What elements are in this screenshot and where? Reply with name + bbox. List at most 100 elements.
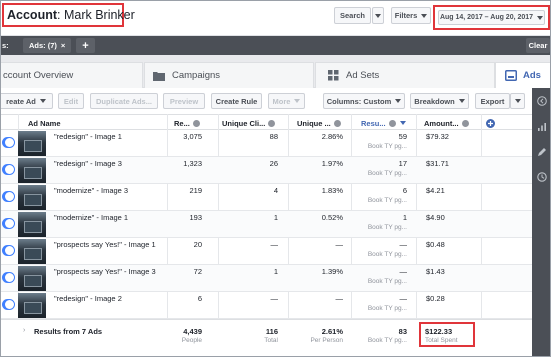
total-amount-spent-caption: Total Spent	[425, 337, 458, 344]
column-header-reach[interactable]: Re...	[174, 115, 214, 131]
info-icon[interactable]	[268, 119, 276, 127]
top-header: Account: Mark Brinker Search Filters Aug…	[1, 1, 550, 36]
tab-ads[interactable]: Ads	[495, 62, 550, 88]
unique-clicks-value: 1	[273, 213, 278, 222]
column-header-unique-clicks[interactable]: Unique Cli...	[222, 115, 286, 131]
total-unique-clicks-value: 116	[265, 327, 278, 336]
table-row[interactable]: "prospects say Yes!" - Image 1 20 — — — …	[1, 238, 532, 265]
search-dropdown-button[interactable]	[372, 7, 384, 24]
ad-name[interactable]: "redesign" - Image 2	[54, 294, 122, 303]
account-label: Account	[7, 8, 57, 22]
toolbar: reate Ad Edit Duplicate Ads... Preview C…	[1, 88, 532, 114]
total-reach-caption: People	[181, 337, 202, 344]
date-range-label: Aug 14, 2017 – Aug 20, 2017	[439, 14, 534, 21]
reach-value: 6	[197, 294, 202, 303]
ad-thumbnail	[18, 266, 46, 291]
ad-thumbnail	[18, 158, 46, 183]
total-amount-spent-value: $122.33	[425, 327, 453, 336]
info-icon[interactable]	[388, 119, 396, 127]
search-label: Search	[339, 11, 366, 20]
ad-status-toggle[interactable]	[2, 272, 15, 283]
close-icon[interactable]: ×	[61, 41, 65, 50]
table-row[interactable]: "redesign" - Image 2 6 — — — Book TY pg.…	[1, 292, 532, 319]
unique-ctr-value: 0.52%	[321, 213, 343, 222]
unique-ctr-value: —	[335, 240, 344, 249]
preview-button[interactable]: Preview	[163, 93, 205, 109]
ad-name[interactable]: "prospects say Yes!" - Image 1	[54, 240, 156, 249]
chevron-down-icon	[375, 13, 381, 18]
column-header-unique-ctr[interactable]: Unique ...	[297, 115, 352, 131]
export-button[interactable]: Export	[475, 93, 510, 109]
ad-status-toggle[interactable]	[2, 245, 15, 256]
tab-campaigns[interactable]: Campaigns	[144, 62, 314, 88]
collapse-icon[interactable]	[537, 96, 547, 106]
ad-name[interactable]: "redesign" - Image 3	[54, 159, 122, 168]
ads-filter-chip[interactable]: Ads: (7) ×	[23, 38, 72, 53]
info-icon[interactable]	[461, 119, 469, 127]
unique-clicks-value: 4	[273, 186, 278, 195]
chevron-right-icon[interactable]: ›	[23, 327, 25, 334]
amount-spent-value: $0.28	[426, 294, 445, 303]
ad-name[interactable]: "modernize" - Image 1	[54, 213, 128, 222]
tab-account-overview[interactable]: ccount Overview	[1, 62, 143, 88]
ad-status-toggle[interactable]	[2, 191, 15, 202]
column-label: Unique ...	[297, 118, 331, 128]
table-row[interactable]: "redesign" - Image 3 1,323 26 1.97% 17 B…	[1, 157, 532, 184]
total-unique-ctr-value: 2.61%	[321, 327, 343, 336]
account-colon: :	[57, 8, 64, 22]
results-type: Book TY pg...	[367, 305, 407, 312]
filter-bar: s: Ads: (7) × + Clear	[1, 36, 550, 55]
clock-icon[interactable]	[537, 172, 547, 182]
column-label: Amount...	[424, 118, 459, 128]
columns-label: Columns: Custom	[326, 96, 392, 106]
ad-status-toggle[interactable]	[2, 299, 15, 310]
info-icon[interactable]	[333, 119, 341, 127]
unique-ctr-value: 1.39%	[321, 267, 343, 276]
ad-name[interactable]: "modernize" - Image 3	[54, 186, 128, 195]
filters-label: Filters	[394, 11, 418, 20]
table-row[interactable]: "redesign" - Image 1 3,075 88 2.86% 59 B…	[1, 130, 532, 157]
account-name: Mark Brinker	[63, 8, 135, 22]
results-value: —	[399, 240, 408, 249]
ad-status-toggle[interactable]	[2, 137, 15, 148]
breakdown-button[interactable]: Breakdown	[410, 93, 469, 109]
duplicate-ads-button[interactable]: Duplicate Ads...	[90, 93, 158, 109]
duplicate-label: Duplicate Ads...	[96, 96, 152, 106]
filters-button[interactable]: Filters	[391, 7, 431, 24]
column-header-results[interactable]: Resu...	[361, 115, 416, 131]
columns-button[interactable]: Columns: Custom	[323, 93, 405, 109]
column-header-ad-name[interactable]: Ad Name	[28, 115, 148, 131]
create-ad-button[interactable]: reate Ad	[1, 93, 53, 109]
edit-button[interactable]: Edit	[58, 93, 84, 109]
add-filter-button[interactable]: +	[76, 38, 95, 53]
search-button[interactable]: Search	[334, 7, 371, 24]
table-row[interactable]: "modernize" - Image 3 219 4 1.83% 6 Book…	[1, 184, 532, 211]
results-value: 6	[402, 186, 407, 195]
info-icon[interactable]	[192, 119, 200, 127]
reach-value: 20	[193, 240, 202, 249]
ad-name[interactable]: "prospects say Yes!" - Image 3	[54, 267, 156, 276]
ad-status-toggle[interactable]	[2, 164, 15, 175]
results-value: 59	[398, 132, 407, 141]
pencil-icon[interactable]	[537, 147, 547, 157]
sort-descending-icon	[399, 121, 406, 125]
create-rule-button[interactable]: Create Rule	[211, 93, 262, 109]
ad-thumbnail	[18, 185, 46, 210]
summary-label: Results from 7 Ads	[34, 327, 103, 336]
clear-button[interactable]: Clear	[526, 38, 550, 53]
table-row[interactable]: "prospects say Yes!" - Image 3 72 1 1.39…	[1, 265, 532, 292]
add-column-button[interactable]	[486, 115, 498, 131]
table-row[interactable]: "modernize" - Image 1 193 1 0.52% 1 Book…	[1, 211, 532, 238]
unique-ctr-value: 2.86%	[321, 132, 343, 141]
account-title: Account: Mark Brinker	[2, 3, 135, 27]
chevron-down-icon	[514, 99, 521, 103]
column-header-amount-spent[interactable]: Amount...	[424, 115, 476, 131]
ad-status-toggle[interactable]	[2, 218, 15, 229]
date-range-picker[interactable]: Aug 14, 2017 – Aug 20, 2017	[438, 10, 545, 25]
export-dropdown-button[interactable]	[510, 93, 525, 109]
chart-icon[interactable]	[537, 122, 547, 132]
ad-name[interactable]: "redesign" - Image 1	[54, 132, 122, 141]
tab-label: Ad Sets	[346, 70, 380, 81]
tab-ad-sets[interactable]: Ad Sets	[315, 62, 495, 88]
more-button[interactable]: More	[268, 93, 305, 109]
